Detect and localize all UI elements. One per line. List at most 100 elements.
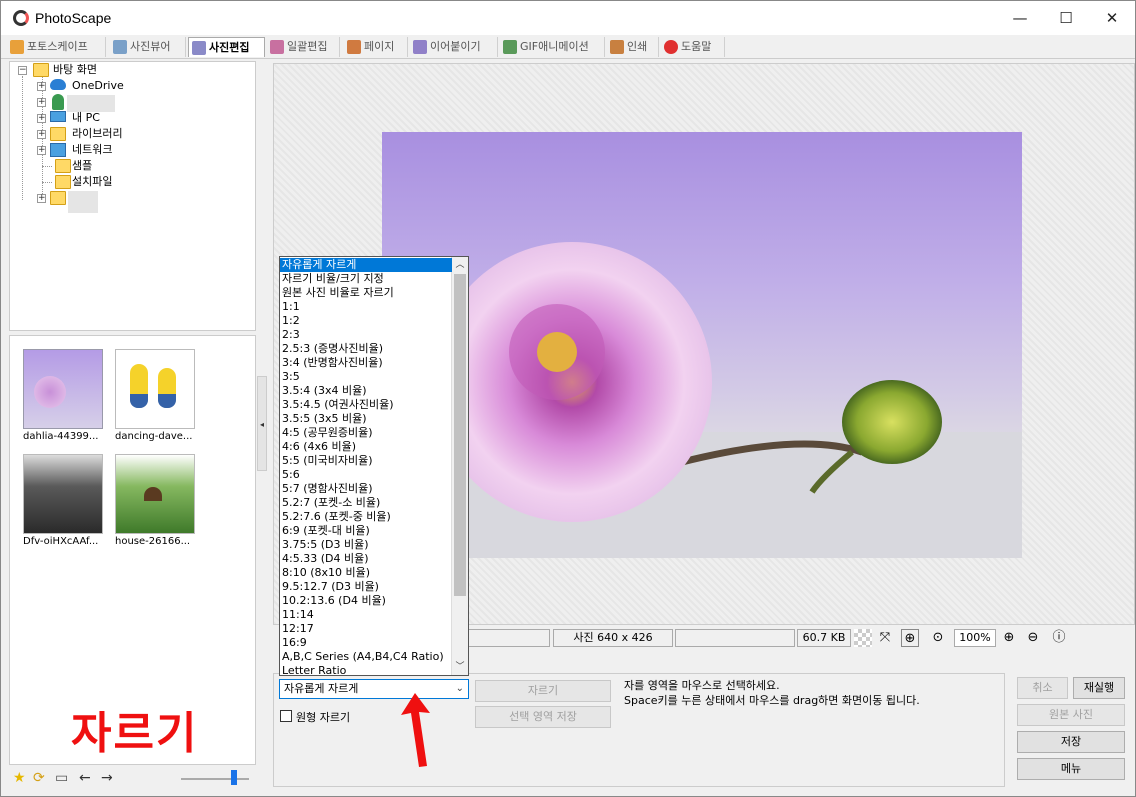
tree-collapse-toggle[interactable]: −	[18, 66, 27, 75]
crop-ratio-option[interactable]: 5:6	[280, 468, 452, 482]
tree-expand-toggle[interactable]: +	[37, 82, 46, 91]
photoscape-logo-icon	[13, 10, 29, 26]
undo-button[interactable]: 취소	[1017, 677, 1068, 699]
circle-crop-checkbox[interactable]	[280, 710, 292, 722]
tree-expand-toggle[interactable]: +	[37, 194, 46, 203]
tab-photoscape[interactable]: 포토스케이프	[7, 37, 106, 57]
tree-expand-toggle[interactable]: +	[37, 98, 46, 107]
zoom-actual-icon[interactable]: ⊕	[901, 629, 919, 647]
crop-ratio-option[interactable]: 5:5 (미국비자비율)	[280, 454, 452, 468]
tree-item-install[interactable]: 설치파일	[72, 174, 112, 190]
fit-icon[interactable]: ⤧	[876, 629, 894, 647]
thumbnail-size-slider[interactable]	[181, 778, 249, 780]
crop-ratio-option[interactable]: 3:5	[280, 370, 452, 384]
crop-ratio-option[interactable]: 3:4 (반명함사진비율)	[280, 356, 452, 370]
tree-item-onedrive[interactable]: OneDrive	[72, 78, 124, 94]
crop-ratio-option[interactable]: 2.5:3 (증명사진비율)	[280, 342, 452, 356]
thumbnail-label: house-26166...	[115, 536, 191, 547]
crop-ratio-option[interactable]: 1:1	[280, 300, 452, 314]
crop-ratio-option[interactable]: 자르기 비율/크기 지정	[280, 272, 452, 286]
zoom-level[interactable]: 100%	[954, 629, 996, 647]
tab-help[interactable]: 도움말	[661, 37, 725, 57]
edited-photo[interactable]	[382, 132, 1022, 558]
crop-ratio-option[interactable]: 4:5 (공무원증비율)	[280, 426, 452, 440]
tree-item-samples[interactable]: 샘플	[72, 158, 92, 174]
tree-item-my-pc[interactable]: 내 PC	[72, 110, 100, 126]
annotation-arrow-icon	[401, 693, 430, 767]
crop-ratio-option[interactable]: 4:5.33 (D4 비율)	[280, 552, 452, 566]
maximize-button[interactable]: ☐	[1043, 1, 1089, 35]
crop-ratio-option[interactable]: 5.2:7 (포켓-소 비율)	[280, 496, 452, 510]
folder-icon	[55, 159, 71, 173]
crop-ratio-option[interactable]: 11:14	[280, 608, 452, 622]
tab-viewer[interactable]: 사진뷰어	[110, 37, 186, 57]
rotate-icon[interactable]: ⟳	[33, 771, 45, 785]
crop-ratio-option[interactable]: 원본 사진 비율로 자르기	[280, 286, 452, 300]
scroll-up-icon[interactable]: ︿	[453, 258, 467, 272]
batch-tab-icon	[270, 40, 284, 54]
crop-ratio-option[interactable]: 3.5:4 (3x4 비율)	[280, 384, 452, 398]
forward-arrow-icon[interactable]: →	[101, 771, 113, 785]
crop-ratio-option[interactable]: 16:9	[280, 636, 452, 650]
info-icon[interactable]: ⓘ	[1050, 629, 1068, 647]
thumbnail-toolbar: ★ ⟳ ▭ ← →	[9, 767, 256, 791]
crop-ratio-option[interactable]: 5:7 (명함사진비율)	[280, 482, 452, 496]
save-selection-button[interactable]: 선택 영역 저장	[475, 706, 611, 728]
crop-button[interactable]: 자르기	[475, 680, 611, 702]
crop-ratio-option[interactable]: 4:6 (4x6 비율)	[280, 440, 452, 454]
crop-ratio-option[interactable]: 3.75:5 (D3 비율)	[280, 538, 452, 552]
crop-ratio-option[interactable]: 자유롭게 자르게	[280, 258, 452, 272]
thumbnail-dancing[interactable]	[115, 349, 195, 429]
save-button[interactable]: 저장	[1017, 731, 1125, 753]
crop-ratio-option[interactable]: 1:2	[280, 314, 452, 328]
tree-expand-toggle[interactable]: +	[37, 130, 46, 139]
tree-expand-toggle[interactable]: +	[37, 146, 46, 155]
viewer-tab-icon	[113, 40, 127, 54]
photo-dimensions: 사진 640 x 426	[553, 629, 673, 647]
transparency-icon[interactable]	[854, 629, 872, 647]
folder-browse-icon[interactable]: ▭	[55, 771, 68, 785]
crop-ratio-option[interactable]: 10.2:13.6 (D4 비율)	[280, 594, 452, 608]
menu-button[interactable]: 메뉴	[1017, 758, 1125, 780]
crop-ratio-option[interactable]: 9.5:12.7 (D3 비율)	[280, 580, 452, 594]
crop-ratio-option[interactable]: 2:3	[280, 328, 452, 342]
tree-expand-toggle[interactable]: +	[37, 114, 46, 123]
thumbnail-dahlia[interactable]	[23, 349, 103, 429]
slider-handle[interactable]	[231, 770, 237, 785]
scrollbar-thumb[interactable]	[454, 274, 466, 596]
crop-ratio-option[interactable]: A,B,C Series (A4,B4,C4 Ratio)	[280, 650, 452, 664]
crop-ratio-dropdown-list[interactable]: ︿ ﹀ 자유롭게 자르게 자르기 비율/크기 지정 원본 사진 비율로 자르기 1:1…	[279, 256, 469, 676]
crop-ratio-option[interactable]: 3.5:5 (3x5 비율)	[280, 412, 452, 426]
tree-item-desktop[interactable]: 바탕 화면	[53, 62, 97, 78]
combine-tab-icon	[413, 40, 427, 54]
favorite-star-icon[interactable]: ★	[13, 771, 26, 785]
thumbnail-dfv[interactable]	[23, 454, 103, 534]
crop-ratio-option[interactable]: Letter Ratio	[280, 664, 452, 675]
minimize-button[interactable]: —	[997, 1, 1043, 35]
tree-item-network[interactable]: 네트워크	[72, 142, 112, 158]
tab-page[interactable]: 페이지	[344, 37, 408, 57]
crop-ratio-option[interactable]: 6:9 (포켓-대 비율)	[280, 524, 452, 538]
zoom-in-icon[interactable]: ⊕	[1000, 629, 1018, 647]
redo-button[interactable]: 재실행	[1073, 677, 1125, 699]
scroll-down-icon[interactable]: ﹀	[453, 660, 467, 674]
back-arrow-icon[interactable]: ←	[79, 771, 91, 785]
tab-print[interactable]: 인쇄	[607, 37, 659, 57]
crop-ratio-option[interactable]: 12:17	[280, 622, 452, 636]
tab-editor[interactable]: 사진편집	[188, 37, 265, 57]
crop-ratio-option[interactable]: 5.2:7.6 (포켓-중 비율)	[280, 510, 452, 524]
tab-combine[interactable]: 이어붙이기	[410, 37, 498, 57]
thumbnail-house[interactable]	[115, 454, 195, 534]
crop-ratio-option[interactable]: 8:10 (8x10 비율)	[280, 566, 452, 580]
zoom-out-icon[interactable]: ⊖	[1024, 629, 1042, 647]
tab-gif[interactable]: GIF애니메이션	[500, 37, 605, 57]
zoom-fit-icon[interactable]: ⊙	[929, 629, 947, 647]
crop-mode-select[interactable]: 자유롭게 자르게 ⌄	[279, 679, 469, 699]
original-photo-button[interactable]: 원본 사진	[1017, 704, 1125, 726]
panel-collapse-handle[interactable]: ◂	[257, 376, 267, 471]
tab-batch[interactable]: 일괄편집	[267, 37, 340, 57]
close-button[interactable]: ✕	[1089, 1, 1135, 35]
dropdown-scrollbar[interactable]: ︿ ﹀	[451, 257, 468, 675]
crop-ratio-option[interactable]: 3.5:4.5 (여권사진비율)	[280, 398, 452, 412]
tree-item-library[interactable]: 라이브러리	[72, 126, 123, 142]
